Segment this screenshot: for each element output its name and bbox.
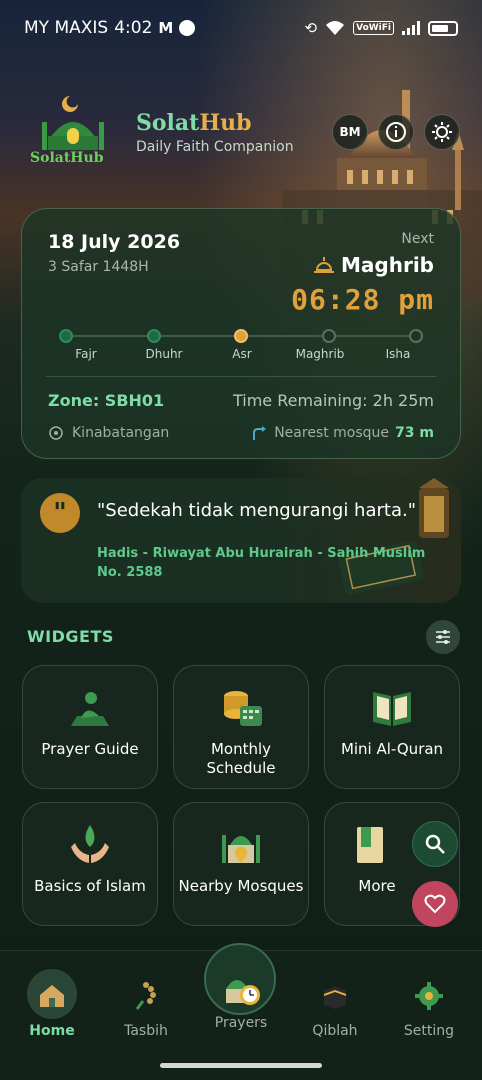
brand-name-suffix: Hub xyxy=(199,110,252,136)
hands-drop-icon xyxy=(71,825,109,863)
nearest-mosque[interactable]: Nearest mosque 73 m xyxy=(252,425,434,441)
status-bar: MY MAXIS 4:02 M ⟲ VoWiFi xyxy=(24,14,458,42)
location-target-icon xyxy=(49,426,63,440)
theme-toggle-button[interactable] xyxy=(424,114,460,150)
nav-label-qiblah: Qiblah xyxy=(312,1023,358,1039)
widget-label: Mini Al-Quran xyxy=(340,740,444,758)
quran-lantern-illustration xyxy=(338,478,449,596)
widgets-section-title: WIDGETS xyxy=(27,627,114,646)
brand-block: SolatHub Daily Faith Companion xyxy=(136,110,294,155)
nav-item-prayers[interactable]: Prayers xyxy=(201,971,281,1031)
widgets-customize-button[interactable] xyxy=(426,620,460,654)
nav-item-home[interactable]: Home xyxy=(12,971,92,1039)
language-button[interactable]: BM xyxy=(332,114,368,150)
gmail-icon: M xyxy=(158,19,174,37)
prayers-clock-icon xyxy=(226,980,260,1005)
prayer-timeline xyxy=(59,329,423,343)
timeline-dot-maghrib xyxy=(321,329,336,343)
timeline-label-dhuhr: Dhuhr xyxy=(145,347,183,361)
widget-label: Basics of Islam xyxy=(34,877,146,895)
logo-text: SolatHub xyxy=(30,150,104,166)
carrier-name: MY MAXIS xyxy=(24,18,109,38)
gear-icon xyxy=(415,982,443,1010)
sunset-icon xyxy=(314,257,334,273)
data-sync-icon: ⟲ xyxy=(304,19,318,37)
search-icon xyxy=(425,834,445,854)
timeline-label-maghrib: Maghrib xyxy=(295,347,345,361)
next-prayer-time: 06:28 pm xyxy=(291,283,434,316)
zone-code: Zone: SBH01 xyxy=(48,391,165,410)
sun-icon xyxy=(432,122,452,142)
quote-text: "Sedekah tidak mengurangi harta." xyxy=(97,500,416,521)
nav-item-tasbih[interactable]: Tasbih xyxy=(106,971,186,1039)
brand-tagline: Daily Faith Companion xyxy=(136,139,294,155)
quote-source: Hadis - Riwayat Abu Hurairah - Sahih Mus… xyxy=(97,546,426,580)
app-logo xyxy=(42,96,104,150)
status-time: 4:02 xyxy=(114,18,153,38)
kaaba-icon xyxy=(324,986,346,1009)
mosque-pin-icon xyxy=(222,835,260,863)
home-indicator[interactable] xyxy=(160,1063,322,1068)
app-header: SolatHub SolatHub Daily Faith Companion … xyxy=(22,88,460,180)
hijri-date: 3 Safar 1448H xyxy=(48,259,149,275)
widget-mini-al-quran[interactable]: Mini Al-Quran xyxy=(324,665,460,789)
brand-name-prefix: Solat xyxy=(136,110,200,136)
header-actions: BM xyxy=(332,114,460,150)
widget-label: Prayer Guide xyxy=(41,740,139,758)
timeline-dot-fajr xyxy=(59,329,73,343)
wifi-icon xyxy=(326,21,345,35)
next-prayer-name: Maghrib xyxy=(341,253,434,277)
timeline-label-asr: Asr xyxy=(232,347,252,361)
directions-arrow-icon xyxy=(253,426,267,440)
battery-icon xyxy=(428,20,458,36)
timeline-dot-asr xyxy=(234,329,248,343)
nav-label-prayers: Prayers xyxy=(214,1015,268,1031)
quran-book-icon xyxy=(373,692,411,726)
nav-item-qiblah[interactable]: Qiblah xyxy=(295,971,375,1039)
prayer-times-card[interactable]: 18 July 2026 3 Safar 1448H Next Maghrib … xyxy=(21,208,461,459)
nearest-mosque-label: Nearest mosque xyxy=(274,425,390,441)
card-divider xyxy=(46,376,436,377)
timeline-dot-dhuhr xyxy=(146,329,161,343)
nearest-mosque-distance: 73 m xyxy=(395,425,434,441)
search-button[interactable] xyxy=(412,821,458,867)
daily-quote-card[interactable]: " "Sedekah tidak mengurangi harta." Hadi… xyxy=(21,478,461,603)
widget-prayer-guide[interactable]: Prayer Guide xyxy=(22,665,158,789)
timeline-label-isha: Isha xyxy=(385,347,411,361)
bookmark-icon xyxy=(357,827,383,863)
info-icon xyxy=(386,122,406,142)
calendar-coins-icon xyxy=(224,691,262,726)
widget-monthly-schedule[interactable]: Monthly Schedule xyxy=(173,665,309,789)
widget-label: Nearby Mosques xyxy=(178,877,304,895)
next-prayer: Maghrib xyxy=(313,253,434,277)
next-label: Next xyxy=(401,231,434,247)
info-button[interactable] xyxy=(378,114,414,150)
nav-item-setting[interactable]: Setting xyxy=(389,971,469,1039)
nav-label-tasbih: Tasbih xyxy=(124,1023,168,1039)
favorites-button[interactable] xyxy=(412,881,458,927)
vowifi-badge: VoWiFi xyxy=(353,21,394,35)
timeline-label-fajr: Fajr xyxy=(75,347,97,361)
nav-label-setting: Setting xyxy=(403,1023,455,1039)
bottom-navigation: Home Tasbih Prayers Qiblah Setting xyxy=(0,943,482,1080)
location[interactable]: Kinabatangan xyxy=(48,425,169,441)
quote-icon: " xyxy=(40,493,80,533)
time-remaining: Time Remaining: 2h 25m xyxy=(232,391,434,410)
heart-icon xyxy=(424,894,446,914)
nav-label-home: Home xyxy=(29,1023,75,1039)
prayer-mat-icon xyxy=(71,692,109,726)
location-name: Kinabatangan xyxy=(72,425,170,441)
app-notification-icon xyxy=(179,20,196,36)
brand-name: SolatHub xyxy=(136,110,294,136)
widget-nearby-mosques[interactable]: Nearby Mosques xyxy=(173,802,309,926)
widget-label: Monthly Schedule xyxy=(206,740,276,777)
widget-basics-of-islam[interactable]: Basics of Islam xyxy=(22,802,158,926)
sliders-icon xyxy=(436,630,450,644)
signal-icon xyxy=(402,21,420,35)
gregorian-date: 18 July 2026 xyxy=(48,231,181,253)
home-mosque-icon xyxy=(40,985,64,1007)
timeline-dot-isha xyxy=(409,329,423,343)
tasbih-icon xyxy=(135,982,156,1010)
